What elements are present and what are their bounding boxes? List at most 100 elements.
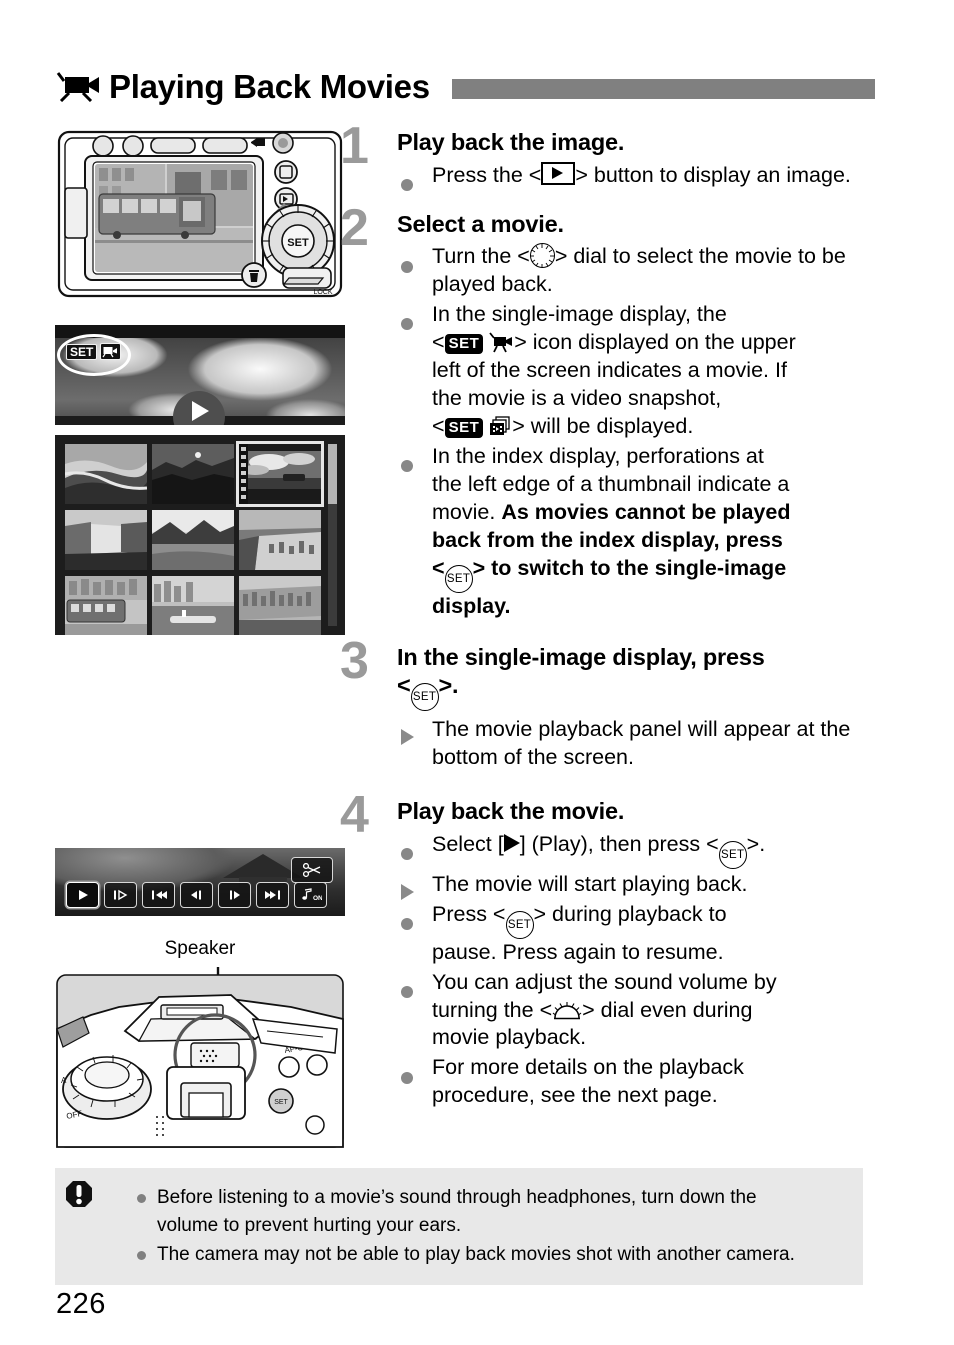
set-movie-badge: SET <box>66 343 122 360</box>
main-dial-icon <box>552 1000 582 1019</box>
manual-page: Playing Back Movies SET LOCK SET ON Spea… <box>0 0 954 1345</box>
speaker-caption: Speaker <box>164 938 236 959</box>
text-fragment: You can adjust the sound volume by <box>432 969 777 994</box>
list-item: Press < SET > during playback to pause. Pr… <box>397 901 880 967</box>
list-item: Select [] (Play), then press < SET >. <box>397 831 880 869</box>
step-3-bullets: The movie playback panel will appear at … <box>397 716 880 772</box>
video-snapshot-icon <box>489 416 512 437</box>
text-fragment: In the single-image display, press <box>397 643 765 670</box>
text-fragment: procedure, see the next page. <box>432 1083 718 1108</box>
text-fragment: ] (Play), then press < <box>519 831 719 856</box>
text-fragment: Before listening to a movie’s sound thro… <box>157 1187 757 1208</box>
index-scrollbar[interactable] <box>328 444 337 626</box>
step-heading: Play back the movie. <box>397 798 625 825</box>
text-fragment-bold: > to switch to the single-image <box>472 555 787 580</box>
list-item[interactable] <box>152 510 234 570</box>
step-1-bullets: Press the < > button to display an image. <box>397 161 880 191</box>
previous-frame-button[interactable] <box>180 882 213 908</box>
step-heading: Select a movie. <box>397 210 564 237</box>
quick-control-dial-icon <box>529 243 555 269</box>
play-button[interactable] <box>66 882 99 908</box>
text-fragment: In the single-image display, the <box>432 302 727 327</box>
text-fragment: volume to prevent hurting your ears. <box>157 1214 462 1236</box>
bullet-dot-icon <box>137 1251 146 1261</box>
movie-icon <box>489 332 514 353</box>
text-fragment: > during playback to <box>533 901 727 926</box>
list-item: Before listening to a movie’s sound thro… <box>137 1184 851 1239</box>
step-3: 3 In the single-image display, press < SE… <box>340 635 880 773</box>
text-fragment: turning the < <box>432 997 553 1022</box>
text-fragment: < <box>432 413 445 438</box>
movie-camera-icon <box>55 72 101 103</box>
step-2-bullets: Turn the < > dial to select the movie to … <box>397 243 880 620</box>
text-fragment: Turn the < <box>432 244 530 269</box>
last-frame-button[interactable] <box>256 882 289 908</box>
movie-icon <box>100 343 122 360</box>
text-fragment: the left edge of a thumbnail indicate a <box>432 471 790 496</box>
page-number: 226 <box>56 1288 106 1320</box>
step-number: 3 <box>340 631 369 690</box>
list-item: Turn the < > dial to select the movie to … <box>397 243 880 299</box>
list-item[interactable] <box>239 510 321 570</box>
text-fragment: > button to display an <box>575 162 781 187</box>
play-triangle-icon <box>503 833 520 852</box>
list-item[interactable] <box>65 576 147 635</box>
svg-text:A: A <box>61 1076 67 1085</box>
svg-text:SET: SET <box>287 237 309 249</box>
set-badge-icon: SET <box>444 417 484 438</box>
background-music-button[interactable]: ON <box>294 882 327 908</box>
single-image-display: SET <box>55 325 345 425</box>
list-item[interactable] <box>152 444 234 504</box>
text-fragment-bold: back from the index display, press <box>432 527 783 552</box>
lock-label: LOCK <box>313 289 332 296</box>
text-fragment: The movie playback panel will appear at … <box>432 717 851 770</box>
svg-text:ON: ON <box>313 895 322 902</box>
step-heading: In the single-image display, press < SET >… <box>397 643 880 712</box>
list-item-selected-movie[interactable] <box>236 441 324 507</box>
step-4: 4 Play back the movie. Select [] (Play),… <box>340 789 880 1111</box>
list-item: The camera may not be able to play back … <box>137 1241 851 1269</box>
text-fragment: Select [ <box>432 831 504 856</box>
text-fragment: < <box>397 672 411 699</box>
list-item: You can adjust the sound volume by turni… <box>397 969 880 1053</box>
text-fragment: >. <box>746 831 766 856</box>
list-item[interactable] <box>65 444 147 504</box>
step-1: 1 Play back the image. Press the < > butt… <box>340 120 880 191</box>
page-title: Playing Back Movies <box>109 68 430 105</box>
text-fragment: pause. Press again to resume. <box>432 939 724 964</box>
list-item[interactable] <box>65 510 147 570</box>
text-fragment: For more details on the playback <box>432 1055 744 1080</box>
text-fragment-bold: display. <box>432 593 511 618</box>
bullet-dot-icon <box>401 1054 413 1084</box>
title-rule <box>451 79 875 99</box>
bullet-dot-icon <box>401 969 413 998</box>
step-heading: Play back the image. <box>397 129 625 155</box>
set-button-icon: SET <box>444 564 473 593</box>
list-item[interactable] <box>152 576 234 635</box>
next-frame-button[interactable] <box>218 882 251 908</box>
list-item[interactable] <box>239 576 321 635</box>
slow-motion-button[interactable] <box>104 882 137 908</box>
step-4-bullets: Select [] (Play), then press < SET >. The … <box>397 831 880 1111</box>
text-fragment: < <box>432 330 445 355</box>
index-display <box>55 435 345 635</box>
caution-box: Before listening to a movie’s sound thro… <box>55 1168 863 1285</box>
set-button-icon: SET <box>410 683 439 712</box>
first-frame-button[interactable] <box>142 882 175 908</box>
bullet-dot-icon <box>401 301 413 331</box>
list-item: Press the < > button to display an image. <box>397 161 880 191</box>
playback-button-row: ON <box>66 882 327 908</box>
camera-back-illustration: SET LOCK <box>55 128 345 300</box>
step-2: 2 Select a movie. Turn the < > dial to se… <box>340 202 880 621</box>
page-header: Playing Back Movies <box>55 62 875 112</box>
bullet-triangle-icon <box>401 716 414 746</box>
text-fragment: > dial to select the <box>554 244 729 269</box>
text-fragment: the movie is a video snapshot, <box>432 385 722 410</box>
text-fragment: left of the screen indicates a movie. If <box>432 358 787 382</box>
caution-exclamation-icon <box>65 1180 93 1212</box>
speaker-illustration: OFF A AF-ON SET <box>55 967 345 1149</box>
text-fragment-bold: < <box>432 555 445 580</box>
text-fragment: movie playback. <box>432 1025 587 1050</box>
edit-scissors-button[interactable] <box>291 857 333 883</box>
bullet-dot-icon <box>137 1194 146 1203</box>
